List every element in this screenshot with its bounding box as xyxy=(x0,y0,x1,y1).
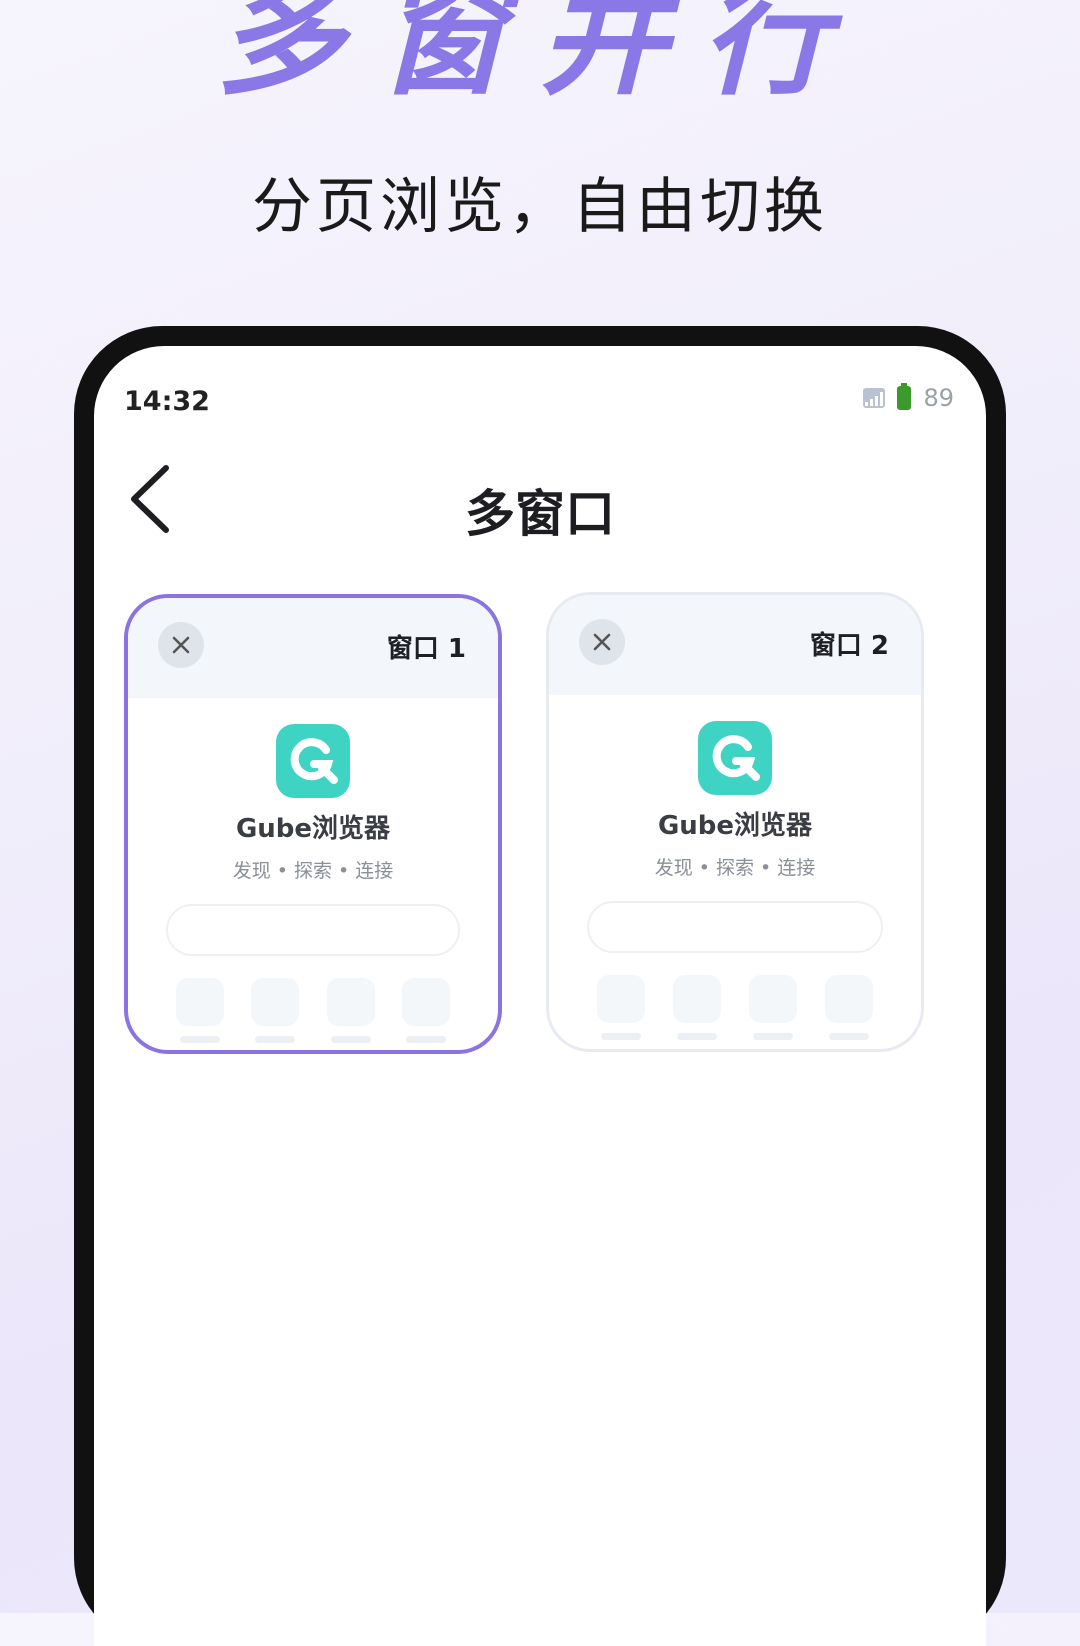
shortcut-label xyxy=(180,1036,220,1043)
shortcut-item xyxy=(749,975,797,1040)
signal-icon xyxy=(863,388,886,408)
shortcut-icon xyxy=(401,978,450,1026)
search-input-placeholder xyxy=(587,901,883,953)
shortcut-item xyxy=(401,978,450,1043)
shortcut-icon xyxy=(673,975,721,1023)
shortcut-item xyxy=(825,975,873,1040)
browser-logo-icon xyxy=(276,724,350,798)
shortcut-label xyxy=(405,1036,446,1043)
shortcut-label xyxy=(753,1033,793,1040)
shortcut-label xyxy=(601,1033,641,1040)
shortcut-item xyxy=(326,978,375,1043)
window-label: 窗口 2 xyxy=(809,631,889,661)
phone-frame: 14:32 89 多窗口 窗口 1 Gube浏览器 发现 • 探索 • 连接 窗… xyxy=(74,326,1006,1646)
battery-level: 89 xyxy=(923,384,954,412)
shortcut-label xyxy=(330,1036,371,1043)
shortcut-label xyxy=(677,1033,717,1040)
shortcut-icon xyxy=(326,978,375,1026)
shortcut-item xyxy=(597,975,645,1040)
window-card-header: 窗口 2 xyxy=(549,595,921,695)
close-window-button[interactable] xyxy=(158,622,204,668)
shortcut-icon xyxy=(597,975,645,1023)
shortcut-grid xyxy=(597,975,873,1040)
hero-subtitle: 分页浏览，自由切换 xyxy=(252,172,828,242)
shortcut-label xyxy=(255,1036,296,1043)
search-input-placeholder xyxy=(166,904,460,956)
window-card-1[interactable]: 窗口 1 Gube浏览器 发现 • 探索 • 连接 xyxy=(124,594,502,1054)
browser-name: Gube浏览器 xyxy=(235,814,391,844)
window-card-header: 窗口 1 xyxy=(128,598,498,698)
battery-icon xyxy=(897,383,912,410)
shortcut-label xyxy=(829,1033,869,1040)
status-icons: 89 xyxy=(863,383,954,412)
shortcut-item xyxy=(176,978,224,1043)
shortcut-item xyxy=(673,975,721,1040)
browser-slogan: 发现 • 探索 • 连接 xyxy=(654,857,816,879)
window-card-2[interactable]: 窗口 2 Gube浏览器 发现 • 探索 • 连接 xyxy=(546,592,924,1052)
browser-slogan: 发现 • 探索 • 连接 xyxy=(232,860,394,882)
phone-screen: 14:32 89 多窗口 窗口 1 Gube浏览器 发现 • 探索 • 连接 窗… xyxy=(94,346,986,1646)
page-title: 多窗口 xyxy=(465,485,615,543)
shortcut-icon xyxy=(749,975,797,1023)
close-window-button[interactable] xyxy=(579,619,625,665)
window-label: 窗口 1 xyxy=(386,634,466,664)
status-time: 14:32 xyxy=(124,386,210,417)
browser-name: Gube浏览器 xyxy=(657,811,813,841)
close-icon xyxy=(172,636,190,654)
shortcut-grid xyxy=(176,978,450,1043)
shortcut-icon xyxy=(176,978,224,1026)
close-icon xyxy=(593,633,611,651)
shortcut-icon xyxy=(251,978,300,1026)
shortcut-item xyxy=(251,978,300,1043)
hero-title: 多窗并行 xyxy=(215,0,864,113)
browser-logo-icon xyxy=(698,721,772,795)
shortcut-icon xyxy=(825,975,873,1023)
